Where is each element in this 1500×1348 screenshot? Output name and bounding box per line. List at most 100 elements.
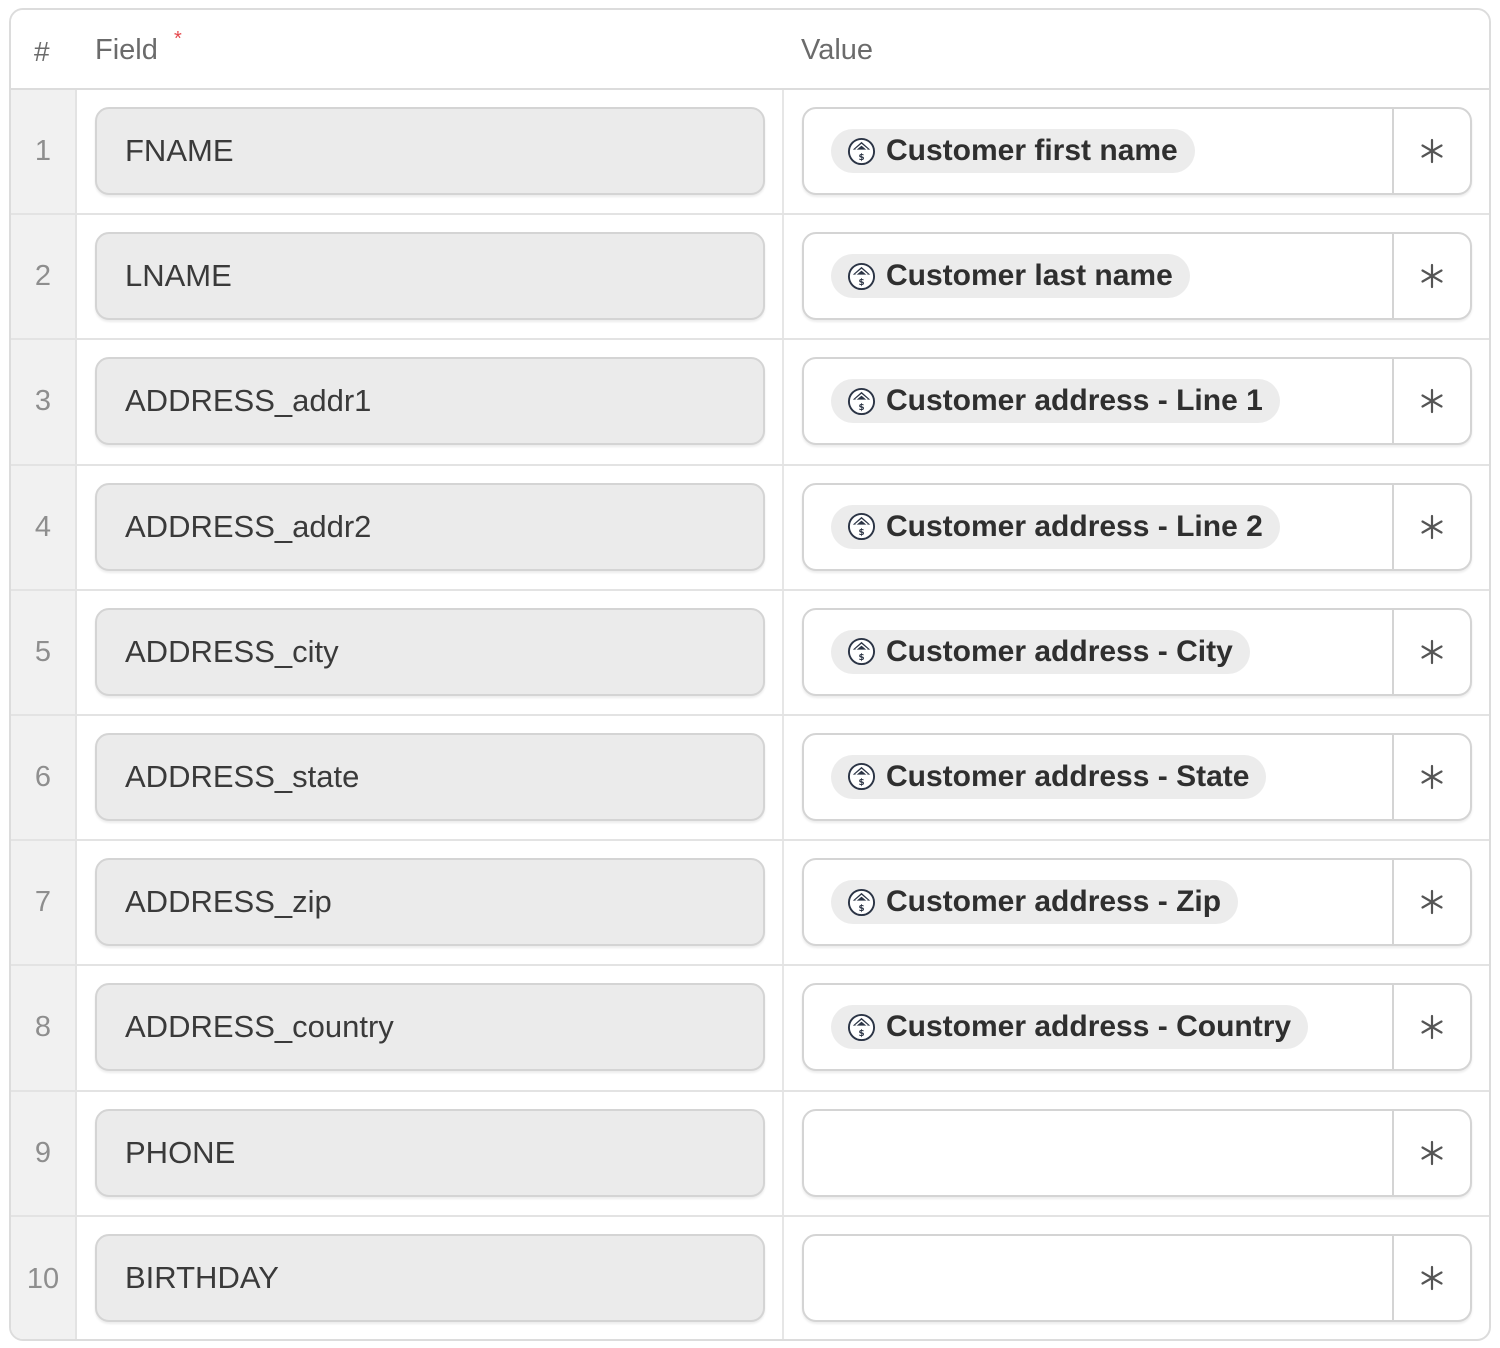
row-number: 10	[11, 1216, 77, 1339]
variable-pill-label: Customer address - Line 1	[886, 384, 1263, 418]
field-name-input[interactable]: ADDRESS_zip	[95, 858, 765, 947]
value-input[interactable]: $ Customer last name	[802, 232, 1472, 321]
table-row: 9 PHONE	[11, 1091, 1489, 1217]
svg-text:$: $	[858, 528, 864, 538]
field-name-input[interactable]: LNAME	[95, 232, 765, 321]
variable-pill-label: Customer address - Country	[886, 1010, 1292, 1044]
variable-pill[interactable]: $ Customer first name	[831, 129, 1195, 173]
value-content: $ Customer last name	[804, 234, 1393, 318]
field-name-input[interactable]: ADDRESS_addr1	[95, 357, 765, 446]
value-content: $ Customer address - Line 2	[804, 485, 1393, 569]
row-number: 1	[11, 90, 77, 214]
variable-pill[interactable]: $ Customer address - Line 2	[831, 504, 1280, 549]
table-row: 3 ADDRESS_addr1 $ Customer address - Lin…	[11, 340, 1489, 466]
insert-variable-button[interactable]	[1392, 609, 1470, 694]
asterisk-icon	[1421, 890, 1443, 915]
svg-text:$: $	[858, 278, 864, 288]
svg-text:$: $	[858, 1029, 864, 1039]
variable-pill-label: Customer address - Zip	[886, 885, 1222, 919]
column-divider	[782, 715, 784, 840]
value-content: $ Customer address - Line 1	[804, 359, 1393, 443]
variable-pill[interactable]: $ Customer address - Zip	[831, 880, 1239, 925]
row-number: 9	[11, 1091, 77, 1215]
table-row: 4 ADDRESS_addr2 $ Customer address - Lin…	[11, 465, 1489, 591]
insert-variable-button[interactable]	[1392, 359, 1470, 444]
field-name-input[interactable]: ADDRESS_addr2	[95, 482, 765, 571]
insert-variable-button[interactable]	[1392, 734, 1470, 819]
table-row: 2 LNAME $ Customer last name	[11, 215, 1489, 341]
row-number: 4	[11, 465, 77, 589]
table-header: # Field * Value	[11, 10, 1489, 90]
asterisk-icon	[1421, 264, 1443, 289]
asterisk-icon	[1421, 764, 1443, 790]
svg-text:$: $	[858, 153, 864, 163]
column-divider	[782, 215, 784, 339]
value-content: $ Customer address - Country	[804, 985, 1393, 1069]
row-number: 3	[11, 340, 77, 464]
field-mapping-table: # Field * Value 1 FNAME $ Customer first…	[9, 8, 1491, 1341]
asterisk-icon	[1421, 1015, 1443, 1040]
row-number: 5	[11, 590, 77, 714]
value-input[interactable]: $ Customer address - Line 2	[802, 482, 1472, 571]
value-input[interactable]: $ Customer address - Line 1	[802, 357, 1472, 446]
column-divider	[782, 90, 784, 214]
field-name-input[interactable]: ADDRESS_state	[95, 732, 765, 821]
asterisk-icon	[1421, 389, 1443, 414]
column-divider	[782, 465, 784, 589]
table-row: 5 ADDRESS_city $ Customer address - City	[11, 590, 1489, 716]
asterisk-icon	[1421, 514, 1443, 539]
value-input[interactable]	[802, 1108, 1472, 1197]
value-input[interactable]: $ Customer address - State	[802, 732, 1472, 821]
variable-pill[interactable]: $ Customer address - Line 1	[831, 379, 1280, 424]
field-name-input[interactable]: BIRTHDAY	[95, 1233, 765, 1322]
column-divider	[782, 841, 784, 965]
value-content: $ Customer first name	[804, 109, 1393, 193]
asterisk-icon	[1421, 138, 1443, 164]
value-input[interactable]: $ Customer address - City	[802, 607, 1472, 696]
insert-variable-button[interactable]	[1392, 484, 1470, 569]
variable-pill-label: Customer address - State	[886, 759, 1250, 793]
required-indicator: *	[174, 28, 182, 50]
svg-text:$: $	[858, 403, 864, 413]
variable-pill[interactable]: $ Customer address - State	[831, 754, 1267, 799]
value-input[interactable]: $ Customer first name	[802, 107, 1472, 195]
value-content	[804, 1236, 1393, 1320]
variable-pill[interactable]: $ Customer address - Country	[831, 1005, 1309, 1050]
field-name-input[interactable]: ADDRESS_country	[95, 983, 765, 1072]
header-value: Value	[801, 34, 874, 66]
insert-variable-button[interactable]	[1392, 1235, 1470, 1320]
customer-variable-icon: $	[847, 763, 876, 791]
customer-variable-icon: $	[847, 387, 876, 415]
svg-text:$: $	[858, 653, 864, 663]
customer-variable-icon: $	[847, 638, 876, 666]
value-input[interactable]: $ Customer address - Country	[802, 983, 1472, 1072]
column-divider	[782, 590, 784, 714]
field-name-input[interactable]: PHONE	[95, 1108, 765, 1197]
svg-text:$: $	[858, 779, 864, 789]
field-name-input[interactable]: ADDRESS_city	[95, 607, 765, 696]
header-field: Field	[95, 34, 158, 66]
value-input[interactable]	[802, 1233, 1472, 1322]
value-input[interactable]: $ Customer address - Zip	[802, 858, 1472, 947]
variable-pill-label: Customer address - City	[886, 634, 1233, 668]
variable-pill-label: Customer last name	[886, 259, 1173, 293]
variable-pill[interactable]: $ Customer address - City	[831, 629, 1250, 674]
customer-variable-icon: $	[847, 888, 876, 916]
field-name-input[interactable]: FNAME	[95, 107, 765, 195]
variable-pill-label: Customer address - Line 2	[886, 509, 1263, 543]
variable-pill-label: Customer first name	[886, 134, 1178, 167]
customer-variable-icon: $	[847, 513, 876, 541]
insert-variable-button[interactable]	[1392, 985, 1470, 1070]
asterisk-icon	[1421, 1265, 1443, 1290]
column-divider	[782, 1216, 784, 1339]
column-divider	[782, 966, 784, 1090]
insert-variable-button[interactable]	[1392, 860, 1470, 945]
insert-variable-button[interactable]	[1392, 109, 1470, 193]
table-row: 6 ADDRESS_state $ Customer address - Sta…	[11, 715, 1489, 842]
insert-variable-button[interactable]	[1392, 1110, 1470, 1195]
svg-text:$: $	[858, 904, 864, 914]
insert-variable-button[interactable]	[1392, 234, 1470, 319]
table-row: 1 FNAME $ Customer first name	[11, 90, 1489, 216]
variable-pill[interactable]: $ Customer last name	[831, 254, 1190, 299]
customer-variable-icon: $	[847, 262, 876, 290]
